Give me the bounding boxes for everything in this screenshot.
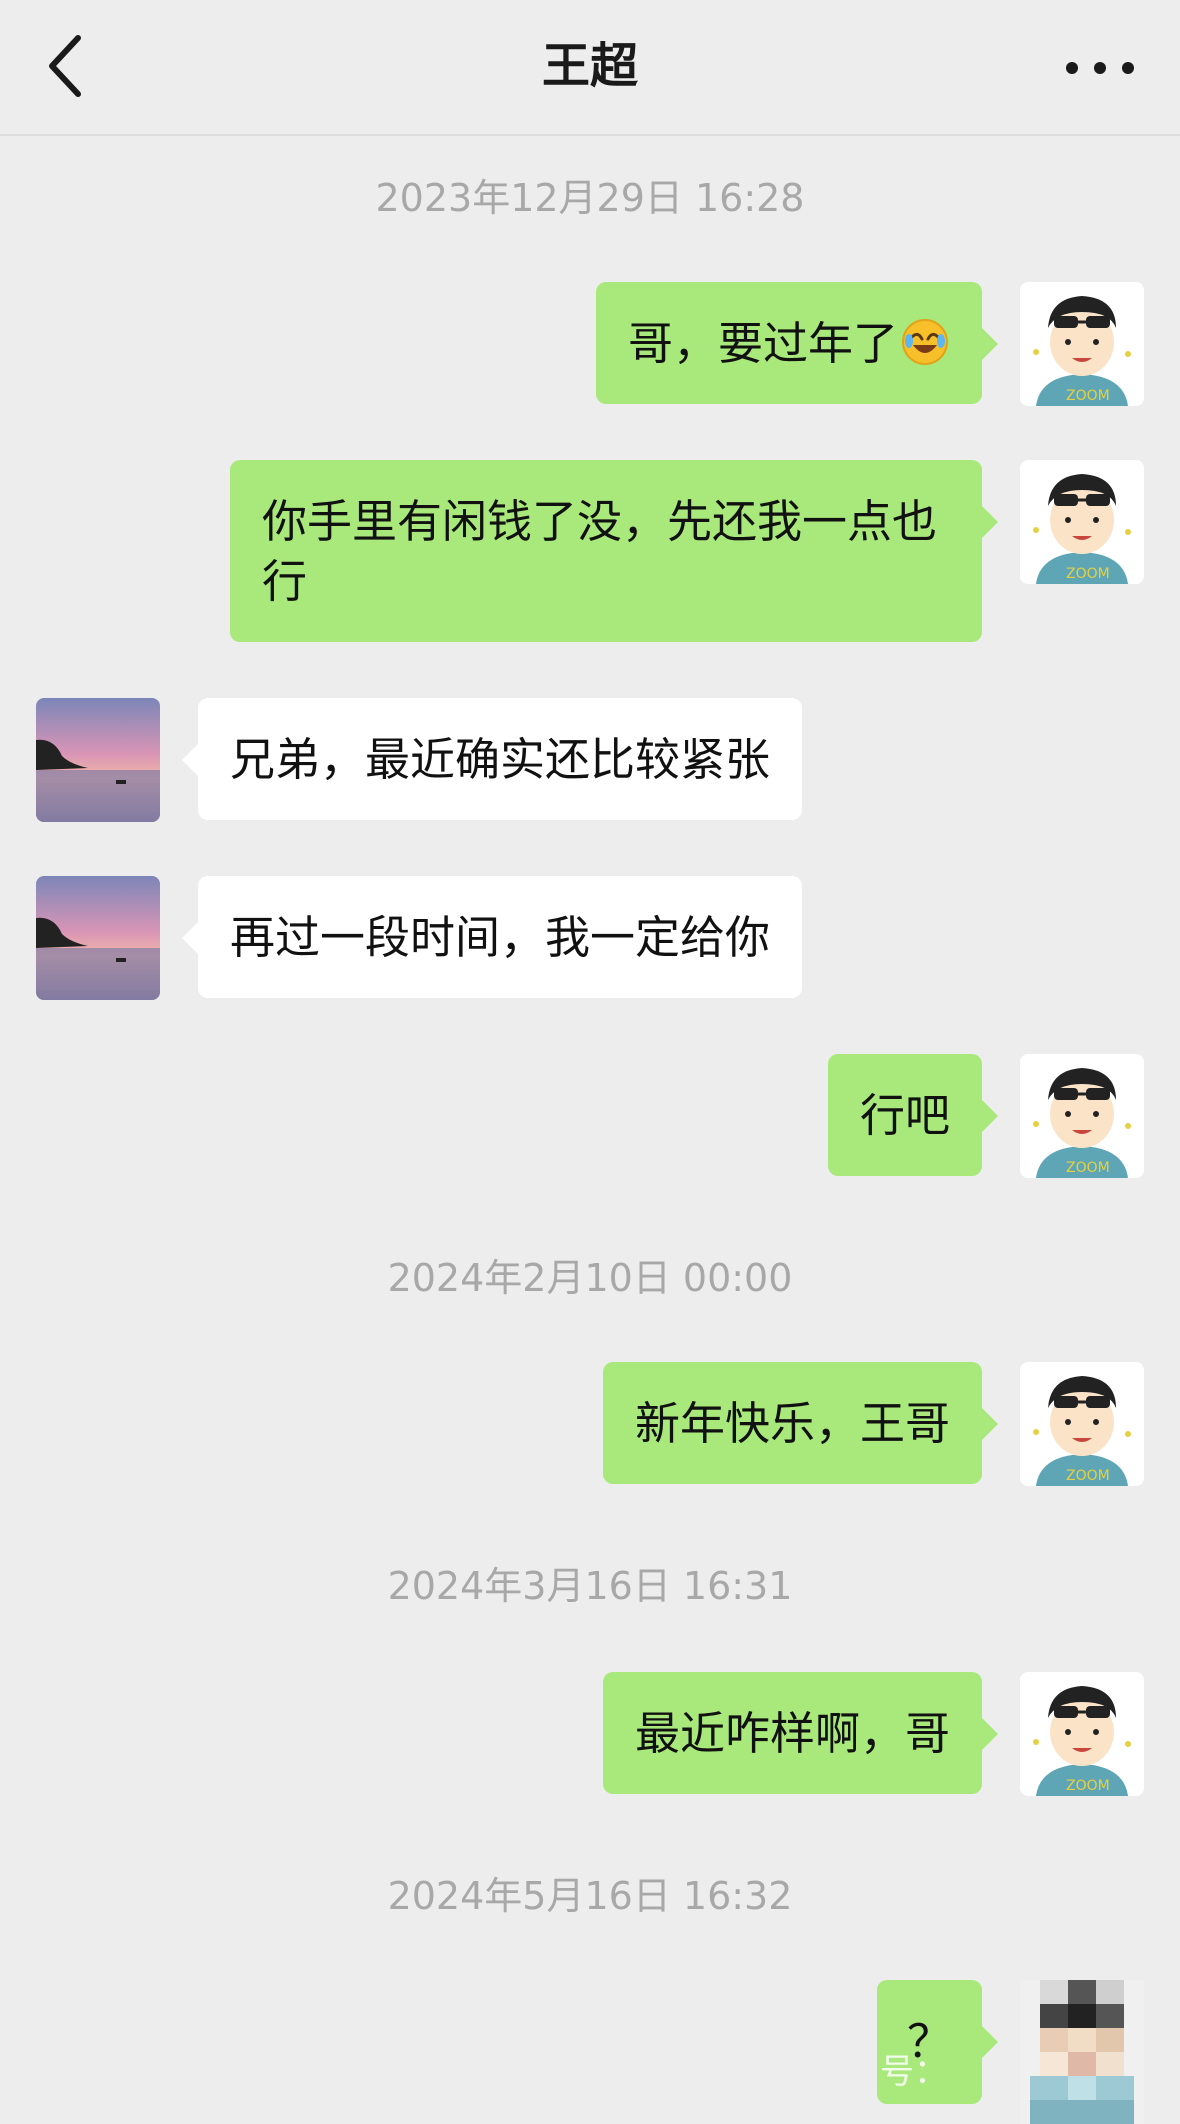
cartoon-boy-avatar-icon: ZOOM bbox=[1020, 1362, 1144, 1486]
my-message-bubble[interactable]: 你手里有闲钱了没，先还我一点也行 bbox=[230, 460, 998, 642]
sunset-lake-avatar-icon bbox=[36, 876, 160, 1000]
timestamp: 2024年5月16日 16:32 bbox=[387, 1874, 793, 1918]
cartoon-boy-avatar-icon: ZOOM bbox=[1020, 1054, 1144, 1178]
svg-text:ZOOM: ZOOM bbox=[1066, 1160, 1110, 1176]
cartoon-boy-avatar-icon: ZOOM bbox=[1020, 282, 1144, 406]
friend-avatar[interactable] bbox=[36, 876, 160, 1000]
pixelated-avatar-icon bbox=[1020, 1980, 1144, 2124]
my-avatar[interactable]: ZOOM bbox=[1020, 282, 1144, 406]
message-text: 兄弟，最近确实还比较紧张 bbox=[230, 733, 771, 786]
my-message-bubble[interactable]: 行吧 bbox=[827, 1054, 999, 1176]
message-text: 最近咋样啊，哥 bbox=[634, 1707, 950, 1760]
top-bar: 王超 bbox=[0, 0, 1180, 136]
my-avatar[interactable]: ZOOM bbox=[1020, 1672, 1144, 1796]
svg-text:ZOOM: ZOOM bbox=[1066, 566, 1110, 582]
timestamp: 2023年12月29日 16:28 bbox=[375, 176, 805, 220]
svg-text:ZOOM: ZOOM bbox=[1066, 1468, 1110, 1484]
friend-avatar[interactable] bbox=[36, 698, 160, 822]
laughing-crying-emoji-icon bbox=[900, 317, 950, 367]
message-text: 哥，要过年了 bbox=[627, 317, 898, 370]
my-avatar[interactable]: ZOOM bbox=[1020, 460, 1144, 584]
sunset-lake-avatar-icon bbox=[36, 698, 160, 822]
my-message-bubble[interactable]: 最近咋样啊，哥 bbox=[602, 1672, 999, 1794]
friend-message-bubble[interactable]: 兄弟，最近确实还比较紧张 bbox=[181, 698, 803, 820]
more-button[interactable] bbox=[1062, 48, 1138, 88]
my-message-bubble[interactable]: 哥，要过年了 bbox=[595, 282, 999, 404]
message-text: 行吧 bbox=[859, 1089, 950, 1142]
chat-screen: 王超 2023年12月29日 16:28 哥，要过年了 ZOOM 你手里有闲钱了… bbox=[0, 0, 1180, 2124]
timestamp: 2024年3月16日 16:31 bbox=[387, 1564, 793, 1608]
more-dots-icon bbox=[1066, 62, 1134, 74]
cartoon-boy-avatar-icon: ZOOM bbox=[1020, 1672, 1144, 1796]
friend-message-bubble[interactable]: 再过一段时间，我一定给你 bbox=[181, 876, 803, 998]
my-avatar[interactable]: ZOOM bbox=[1020, 1054, 1144, 1178]
message-text: 你手里有闲钱了没，先还我一点也行 bbox=[262, 495, 938, 608]
my-message-bubble[interactable]: 新年快乐，王哥 bbox=[602, 1362, 999, 1484]
svg-text:ZOOM: ZOOM bbox=[1066, 388, 1110, 404]
message-text: 新年快乐，王哥 bbox=[634, 1397, 950, 1450]
svg-text:ZOOM: ZOOM bbox=[1066, 1778, 1110, 1794]
timestamp: 2024年2月10日 00:00 bbox=[387, 1256, 793, 1300]
chat-title: 王超 bbox=[541, 38, 638, 94]
watermark-text: 号： bbox=[880, 2052, 948, 2092]
message-text: 再过一段时间，我一定给你 bbox=[230, 911, 771, 964]
pixelated-avatar[interactable] bbox=[1020, 1980, 1144, 2124]
cartoon-boy-avatar-icon: ZOOM bbox=[1020, 460, 1144, 584]
my-avatar[interactable]: ZOOM bbox=[1020, 1362, 1144, 1486]
